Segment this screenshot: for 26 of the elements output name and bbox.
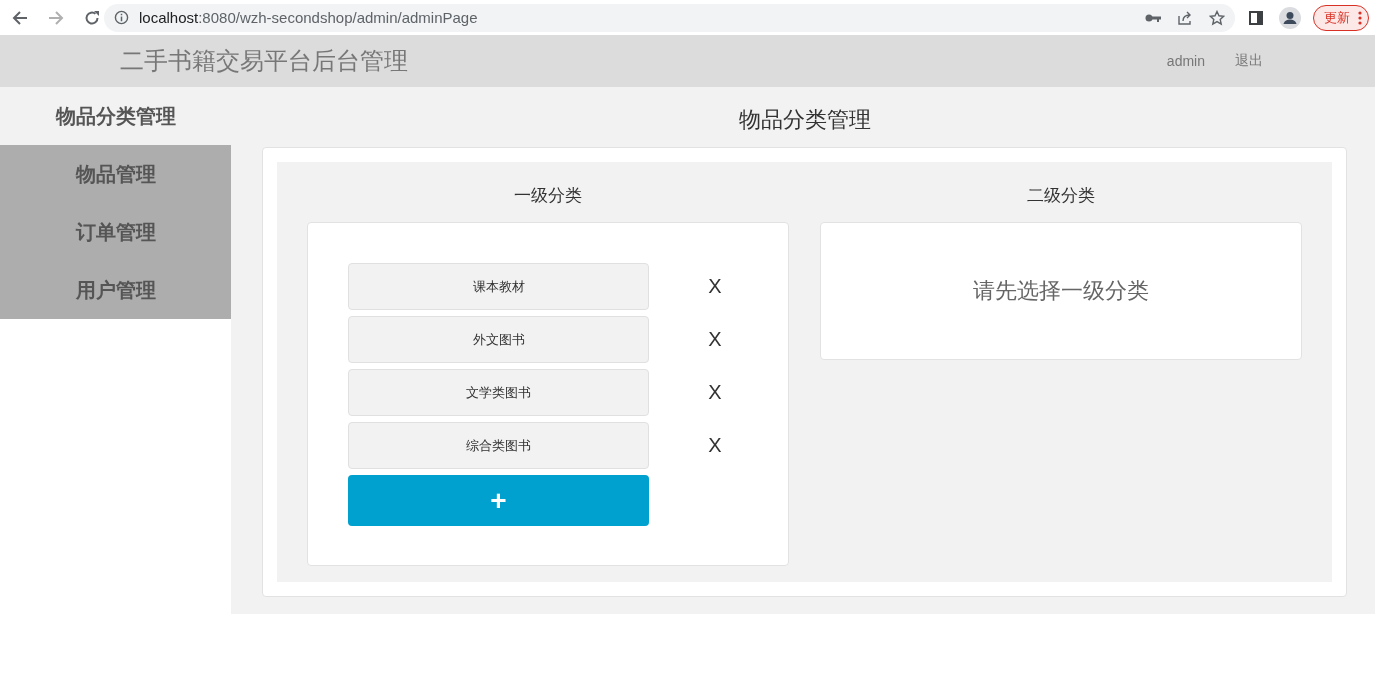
site-title: 二手书籍交易平台后台管理 bbox=[120, 46, 409, 76]
back-icon[interactable] bbox=[12, 9, 28, 26]
key-icon[interactable] bbox=[1145, 12, 1161, 23]
empty-message: 请先选择一级分类 bbox=[820, 222, 1302, 360]
column-heading: 二级分类 bbox=[1026, 185, 1096, 207]
share-icon[interactable] bbox=[1177, 9, 1193, 26]
delete-button[interactable]: X bbox=[707, 328, 723, 351]
category-button[interactable]: 课本教材 bbox=[348, 263, 649, 310]
side-panel-icon[interactable] bbox=[1249, 10, 1263, 25]
page-title: 物品分类管理 bbox=[737, 106, 872, 134]
category-button[interactable]: 外文图书 bbox=[348, 316, 649, 363]
update-button[interactable]: 更新 bbox=[1313, 4, 1369, 31]
delete-button[interactable]: X bbox=[707, 381, 723, 404]
info-icon[interactable] bbox=[114, 10, 129, 25]
url-text: localhost:8080/wzh-secondshop/admin/adminPage bbox=[139, 9, 478, 26]
reload-icon[interactable] bbox=[84, 9, 100, 26]
sidebar-item[interactable]: 物品分类管理 bbox=[0, 87, 231, 145]
delete-button[interactable]: X bbox=[707, 434, 723, 457]
delete-button[interactable]: X bbox=[707, 275, 723, 298]
category-button[interactable]: 综合类图书 bbox=[348, 422, 649, 469]
star-icon[interactable] bbox=[1209, 9, 1225, 26]
profile-icon[interactable] bbox=[1279, 6, 1301, 29]
address-bar[interactable]: localhost:8080/wzh-secondshop/admin/adminPage bbox=[104, 3, 1235, 32]
more-icon bbox=[1358, 10, 1362, 25]
column-heading: 一级分类 bbox=[513, 185, 583, 207]
category-button[interactable]: 文学类图书 bbox=[348, 369, 649, 416]
